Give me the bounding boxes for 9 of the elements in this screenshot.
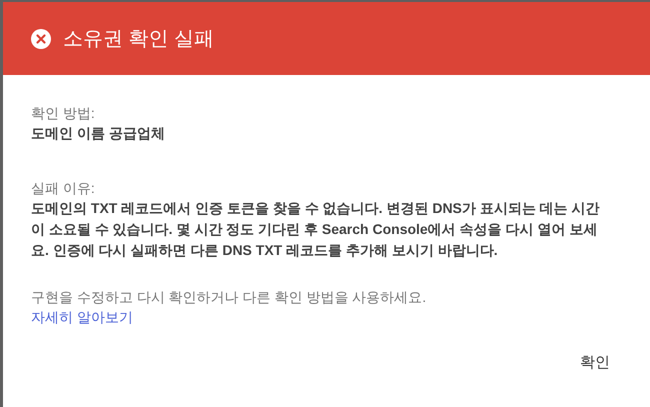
error-icon: [31, 28, 51, 48]
learn-more-link[interactable]: 자세히 알아보기: [31, 307, 133, 327]
field-value: 도메인의 TXT 레코드에서 인증 토큰을 찾을 수 없습니다. 변경된 DNS가 표시되는 데는 시간이 소요될 수 있습니다. 몇 시간 정도 기다린 후 Search Console에서 속성을 다시 열어 보세요. 인증에 다시 실패하면 다른 DNS TXT 레코드를 추가해 보시기 바랍니다.: [31, 199, 601, 260]
dialog-title: 소유권 확인 실패: [63, 27, 214, 52]
field-label: 확인 방법:: [31, 104, 96, 123]
field-value: 도메인 이름 공급업체: [31, 124, 166, 143]
hint-text: 구현을 수정하고 다시 확인하거나 다른 확인 방법을 사용하세요.: [31, 288, 428, 307]
field-label: 실패 이유:: [31, 179, 96, 198]
ok-button[interactable]: 확인: [562, 347, 628, 378]
